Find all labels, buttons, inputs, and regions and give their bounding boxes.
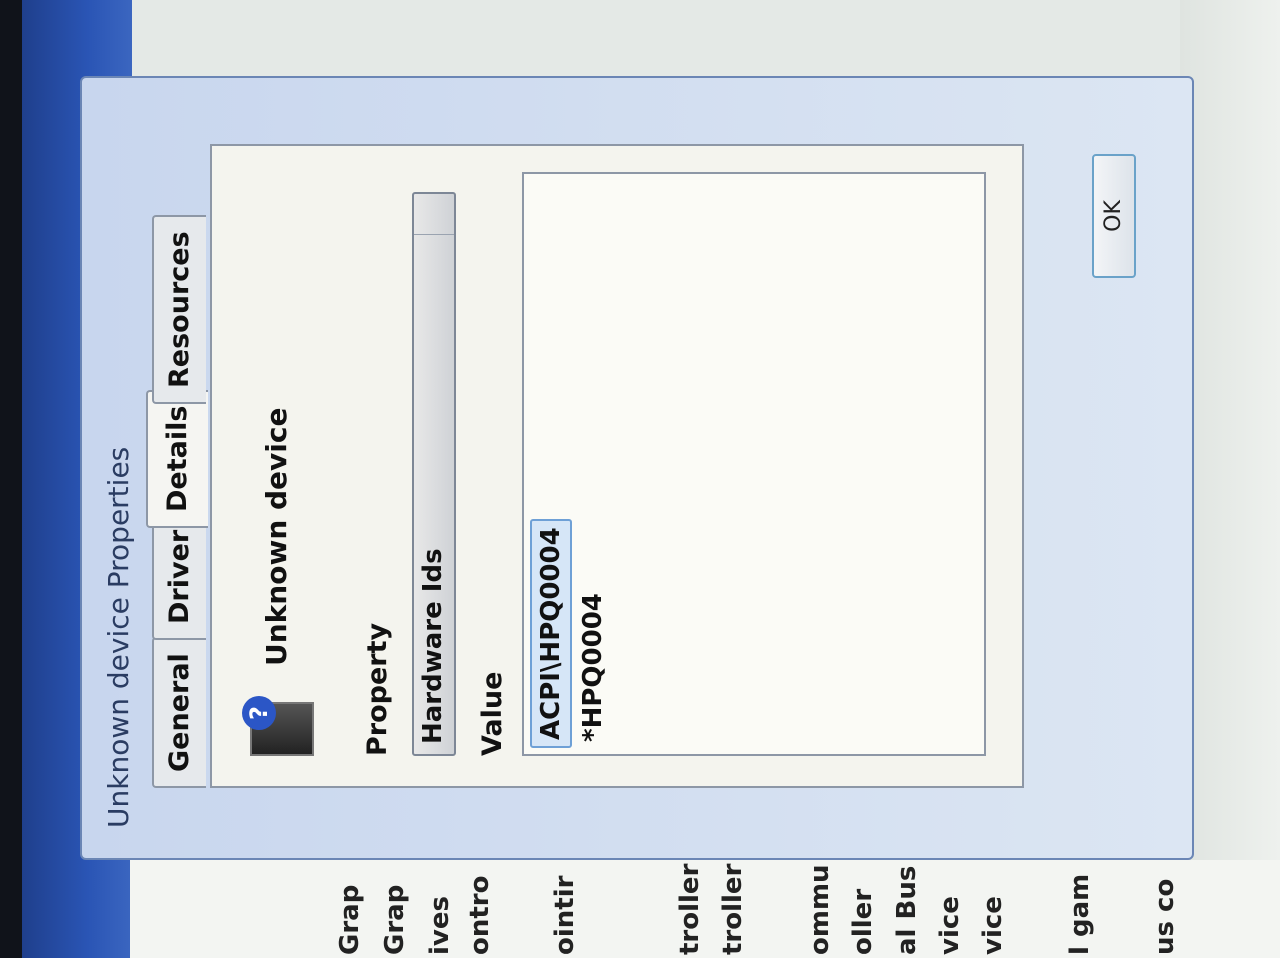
properties-dialog: Unknown device Properties General Driver… bbox=[80, 76, 1194, 860]
value-list[interactable]: ACPI\HPQ0004 *HPQ0004 bbox=[522, 172, 986, 756]
tab-driver[interactable]: Driver bbox=[152, 513, 206, 640]
unknown-device-icon: ? bbox=[242, 686, 314, 756]
rotated-stage: Unknown device Properties General Driver… bbox=[0, 0, 1280, 958]
property-selected-value: Hardware Ids bbox=[418, 548, 448, 744]
chevron-down-icon[interactable] bbox=[414, 194, 454, 235]
value-label: Value bbox=[477, 671, 508, 756]
details-panel: ? Unknown device Property Hardware Ids V… bbox=[210, 144, 1024, 788]
property-label: Property bbox=[362, 622, 393, 756]
tab-resources[interactable]: Resources bbox=[152, 215, 206, 404]
property-dropdown[interactable]: Hardware Ids bbox=[412, 192, 456, 756]
ok-button[interactable]: OK bbox=[1092, 154, 1136, 278]
value-row[interactable]: ACPI\HPQ0004 bbox=[530, 519, 572, 748]
tab-details[interactable]: Details bbox=[146, 389, 208, 528]
dialog-title: Unknown device Properties bbox=[102, 446, 135, 828]
value-row[interactable]: *HPQ0004 bbox=[574, 587, 612, 748]
tab-general[interactable]: General bbox=[152, 637, 206, 788]
device-name: Unknown device bbox=[260, 407, 293, 666]
title-bar[interactable]: Unknown device Properties bbox=[82, 78, 146, 858]
